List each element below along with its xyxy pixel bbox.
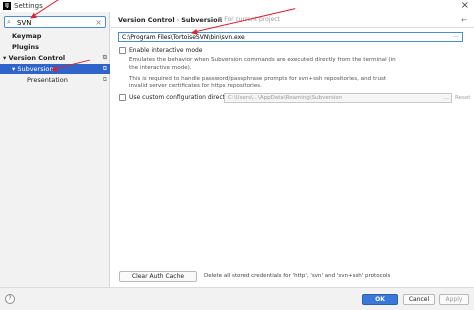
sidebar-item-presentation[interactable]: Presentation ⧉ <box>0 75 110 85</box>
sidebar-item-label: Keymap <box>12 32 42 40</box>
custom-config-directory-field[interactable]: C:\Users\...\AppData\Roaming\Subversion <box>224 93 452 103</box>
settings-sidebar: ⌕ SVN × Keymap Plugins ▾ Version Control… <box>0 12 110 287</box>
sidebar-item-version-control[interactable]: ▾ Version Control ⧉ <box>0 53 110 63</box>
folder-browse-icon[interactable]: … <box>451 33 461 41</box>
title-bar: IJ Settings × <box>0 0 474 12</box>
folder-browse-icon[interactable]: … <box>443 94 449 101</box>
project-settings-icon: ⧉ <box>102 54 107 61</box>
sidebar-item-label: Subversion <box>17 65 54 73</box>
custom-config-label[interactable]: Use custom configuration directory: <box>129 94 236 101</box>
apply-button[interactable]: Apply <box>439 294 469 305</box>
custom-config-reset-link[interactable]: Reset <box>455 95 470 101</box>
custom-config-checkbox[interactable] <box>119 94 126 101</box>
breadcrumb-parent: Version Control <box>118 16 175 24</box>
svn-path-value[interactable]: C:\Program Files\TortoiseSVN\bin\svn.exe <box>122 34 245 41</box>
sidebar-item-label: Presentation <box>27 76 68 84</box>
svn-executable-path-field[interactable]: C:\Program Files\TortoiseSVN\bin\svn.exe… <box>118 32 463 42</box>
interactive-mode-label[interactable]: Enable interactive mode <box>129 47 203 54</box>
sidebar-item-plugins[interactable]: Plugins <box>0 42 110 52</box>
header-divider <box>111 27 474 28</box>
expand-arrow-icon[interactable]: ▾ <box>3 54 6 62</box>
breadcrumb: Version Control › Subversion <box>118 16 222 24</box>
clear-auth-cache-button[interactable]: Clear Auth Cache <box>119 271 197 282</box>
intellij-icon: IJ <box>3 2 11 10</box>
clear-icon[interactable]: × <box>95 18 102 27</box>
interactive-mode-description: Emulates the behavior when Subversion co… <box>129 57 399 94</box>
window-title: Settings <box>14 2 43 10</box>
sidebar-item-label: Plugins <box>12 43 39 51</box>
subversion-settings-panel: Version Control › Subversion ⧉ For current… <box>111 12 474 287</box>
ok-button[interactable]: OK <box>362 294 398 305</box>
help-icon[interactable]: ? <box>5 294 15 304</box>
search-icon: ⌕ <box>7 18 11 26</box>
sidebar-item-label: Version Control <box>8 54 66 62</box>
settings-search-field[interactable]: ⌕ SVN × <box>4 16 106 28</box>
description-paragraph: This is required to handle password/pass… <box>129 75 387 90</box>
close-icon[interactable]: × <box>461 0 469 11</box>
project-settings-icon: ⧉ <box>102 65 107 72</box>
custom-config-value: C:\Users\...\AppData\Roaming\Subversion <box>228 95 343 101</box>
sidebar-item-keymap[interactable]: Keymap <box>0 31 110 41</box>
dialog-footer: ? OK Cancel Apply <box>0 287 474 310</box>
expand-arrow-icon[interactable]: ▾ <box>12 65 15 73</box>
cancel-button[interactable]: Cancel <box>403 294 435 305</box>
clear-auth-cache-note: Delete all stored credentials for 'http'… <box>204 273 391 279</box>
back-icon[interactable]: ← <box>461 16 467 24</box>
search-input-value[interactable]: SVN <box>17 19 31 27</box>
interactive-mode-checkbox[interactable] <box>119 47 126 54</box>
breadcrumb-separator: › <box>176 16 180 24</box>
project-settings-icon: ⧉ <box>102 76 107 83</box>
breadcrumb-current: Subversion <box>181 16 223 24</box>
description-paragraph: Emulates the behavior when Subversion co… <box>129 57 396 71</box>
